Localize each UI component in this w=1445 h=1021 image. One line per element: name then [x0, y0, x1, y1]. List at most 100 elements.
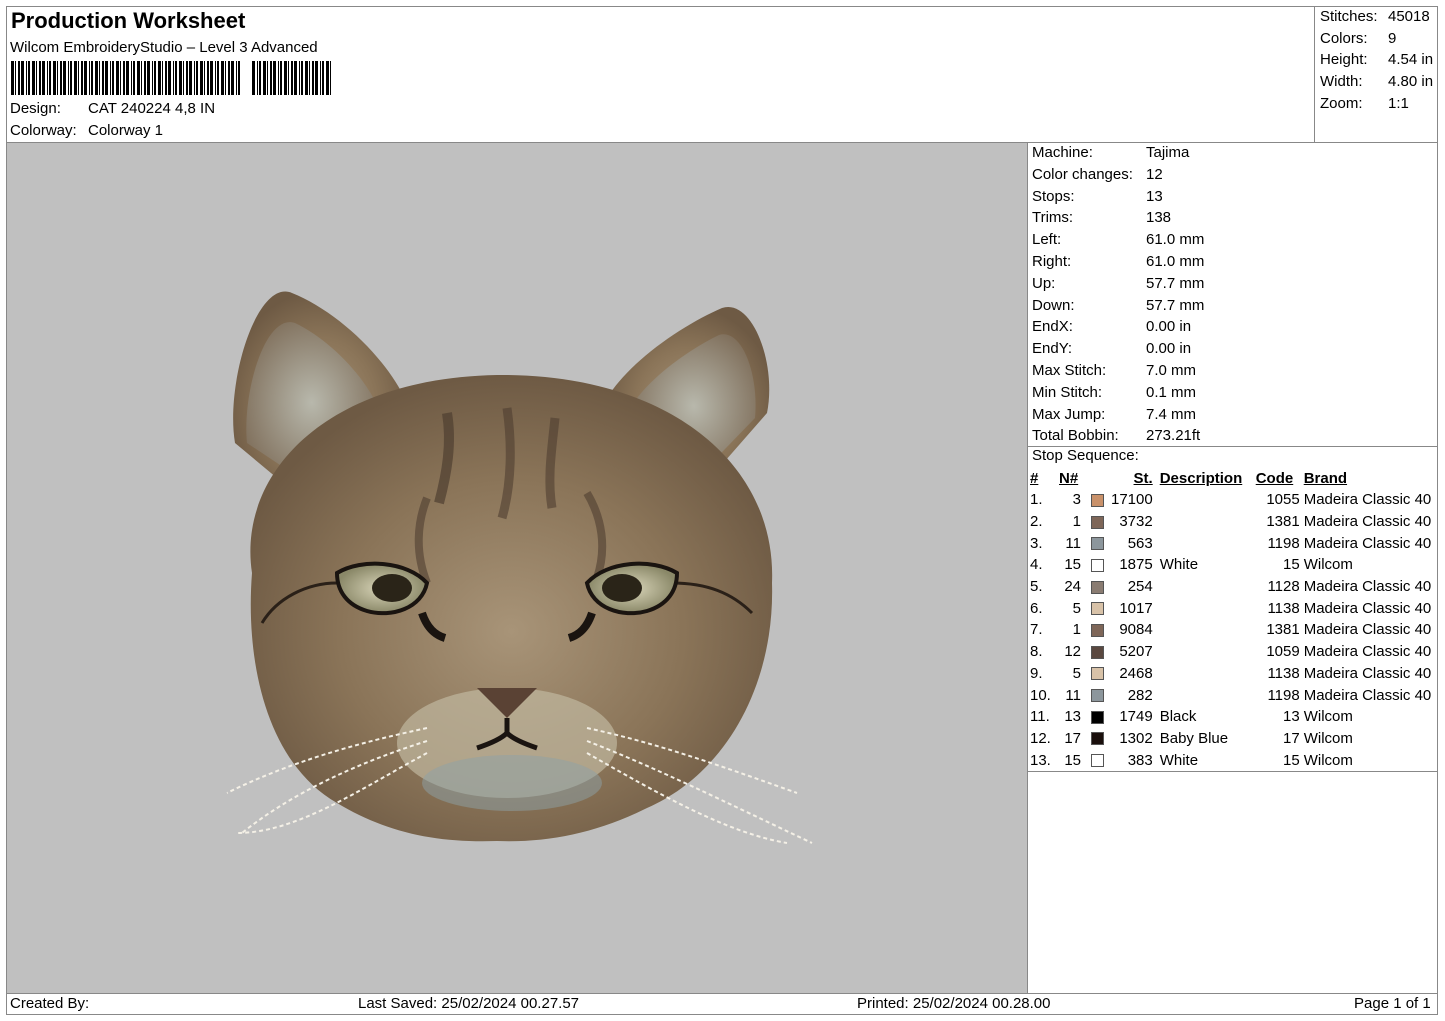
thread-code: 1381 — [1266, 621, 1300, 639]
thread-brand: Madeira Classic 40 — [1303, 621, 1432, 639]
design-preview — [7, 143, 1027, 993]
barcode-bar — [131, 61, 132, 95]
stop-sequence-table: # N# St. Description Code Brand 1. 3 17100… — [1030, 468, 1444, 771]
preview-divider — [1027, 143, 1028, 993]
row-number: 12. — [1030, 729, 1051, 747]
colors-value: 9 — [1388, 30, 1397, 47]
thread-brand: Madeira Classic 40 — [1303, 491, 1432, 509]
thread-description — [1160, 511, 1256, 533]
swatch-cell — [1087, 619, 1111, 641]
barcode-bar — [315, 61, 318, 95]
barcode-bar — [154, 61, 156, 95]
barcode-bar — [105, 61, 108, 95]
thread-code: 1128 — [1267, 578, 1300, 596]
thread-description — [1160, 641, 1256, 663]
thread-code: 15 — [1283, 556, 1300, 574]
machine-info-label: Total Bobbin: — [1032, 427, 1119, 445]
swatch-cell — [1087, 663, 1111, 685]
barcode-bar — [221, 61, 224, 95]
width-label: Width: — [1320, 73, 1363, 90]
barcode-bar — [147, 61, 150, 95]
thread-description — [1160, 619, 1256, 641]
barcode-bar — [322, 61, 324, 95]
machine-info-row: Up: 57.7 mm — [1032, 275, 1204, 292]
page-number: Page 1 of 1 — [1354, 995, 1431, 1012]
row-number: 13. — [1030, 751, 1051, 769]
row-number: 10. — [1030, 686, 1051, 704]
stitch-count: 1302 — [1119, 729, 1153, 747]
barcode-bar — [294, 61, 297, 95]
needle-number: 12 — [1064, 643, 1081, 661]
machine-info-label: Trims: — [1032, 209, 1074, 227]
stop-sequence-header-row: # N# St. Description Code Brand — [1030, 468, 1444, 489]
barcode-bar — [21, 61, 24, 95]
table-row: 13. 15 383 White 15 Wilcom — [1030, 749, 1444, 771]
col-header-description: Description — [1159, 470, 1243, 487]
barcode-bar — [49, 61, 51, 95]
col-header-code: Code — [1255, 470, 1294, 487]
barcode-bar — [47, 61, 48, 95]
thread-code: 17 — [1283, 729, 1300, 747]
barcode-bar — [95, 61, 98, 95]
barcode-bar — [165, 61, 167, 95]
thread-brand: Wilcom — [1303, 708, 1353, 726]
machine-info-row: Min Stitch: 0.1 mm — [1032, 384, 1196, 401]
barcode-bar — [320, 61, 321, 95]
worksheet-header: Production Worksheet Wilcom EmbroiderySt… — [6, 6, 1314, 142]
machine-info-label: Stops: — [1032, 187, 1075, 205]
swatch-cell — [1087, 597, 1111, 619]
barcode-bar — [259, 61, 261, 95]
swatch-cell — [1087, 706, 1111, 728]
barcode-bar — [74, 61, 77, 95]
barcode-bar — [133, 61, 135, 95]
stitch-count: 2468 — [1119, 664, 1153, 682]
barcode-bar — [305, 61, 308, 95]
machine-info-value: 7.0 mm — [1146, 362, 1197, 379]
row-number: 2. — [1030, 513, 1043, 531]
row-number: 3. — [1030, 534, 1043, 552]
thread-code: 1198 — [1267, 686, 1300, 704]
last-saved: Last Saved: 25/02/2024 00.27.57 — [358, 995, 580, 1012]
machine-info-label: Min Stitch: — [1032, 383, 1103, 401]
stitch-count: 1749 — [1119, 708, 1153, 726]
table-row: 7. 1 9084 1381 Madeira Classic 40 — [1030, 619, 1444, 641]
software-name: Wilcom EmbroideryStudio – Level 3 Advanc… — [10, 39, 318, 56]
barcode-bar — [284, 61, 287, 95]
table-row: 3. 11 563 1198 Madeira Classic 40 — [1030, 532, 1444, 554]
color-swatch — [1091, 602, 1104, 616]
stitch-count: 17100 — [1111, 491, 1153, 509]
colors-label: Colors: — [1320, 30, 1368, 47]
swatch-cell — [1087, 728, 1111, 750]
needle-number: 1 — [1072, 513, 1081, 531]
colorway-label: Colorway: — [10, 122, 77, 139]
thread-description: Baby Blue — [1159, 729, 1229, 747]
barcode-bar — [70, 61, 72, 95]
thread-code: 1381 — [1266, 513, 1300, 531]
needle-number: 17 — [1064, 729, 1081, 747]
color-swatch — [1091, 515, 1104, 529]
barcode-bar — [102, 61, 104, 95]
machine-info-value: 57.7 mm — [1146, 274, 1205, 292]
machine-info-label: Max Jump: — [1032, 405, 1106, 423]
machine-info-label: EndY: — [1032, 340, 1073, 358]
barcode-bar — [288, 61, 289, 95]
row-number: 1. — [1030, 491, 1043, 509]
footer: Created By: Last Saved: 25/02/2024 00.27… — [6, 993, 1438, 1015]
created-by: Created By: — [10, 995, 90, 1012]
thread-code: 1198 — [1267, 534, 1300, 552]
barcode-bar — [78, 61, 79, 95]
color-swatch — [1091, 689, 1104, 703]
width-value: 4.80 in — [1388, 73, 1434, 90]
barcode-bar — [68, 61, 69, 95]
stop-sequence-title: Stop Sequence: — [1032, 447, 1139, 464]
thread-brand: Wilcom — [1303, 556, 1353, 574]
thread-description — [1160, 532, 1256, 554]
barcode-bar — [141, 61, 142, 95]
thread-code: 15 — [1283, 751, 1300, 769]
needle-number: 11 — [1065, 534, 1081, 552]
stitches-value: 45018 — [1388, 8, 1430, 25]
machine-info-label: Machine: — [1032, 144, 1093, 161]
color-swatch — [1091, 493, 1104, 507]
barcode-bar — [291, 61, 293, 95]
barcode-bar — [215, 61, 216, 95]
